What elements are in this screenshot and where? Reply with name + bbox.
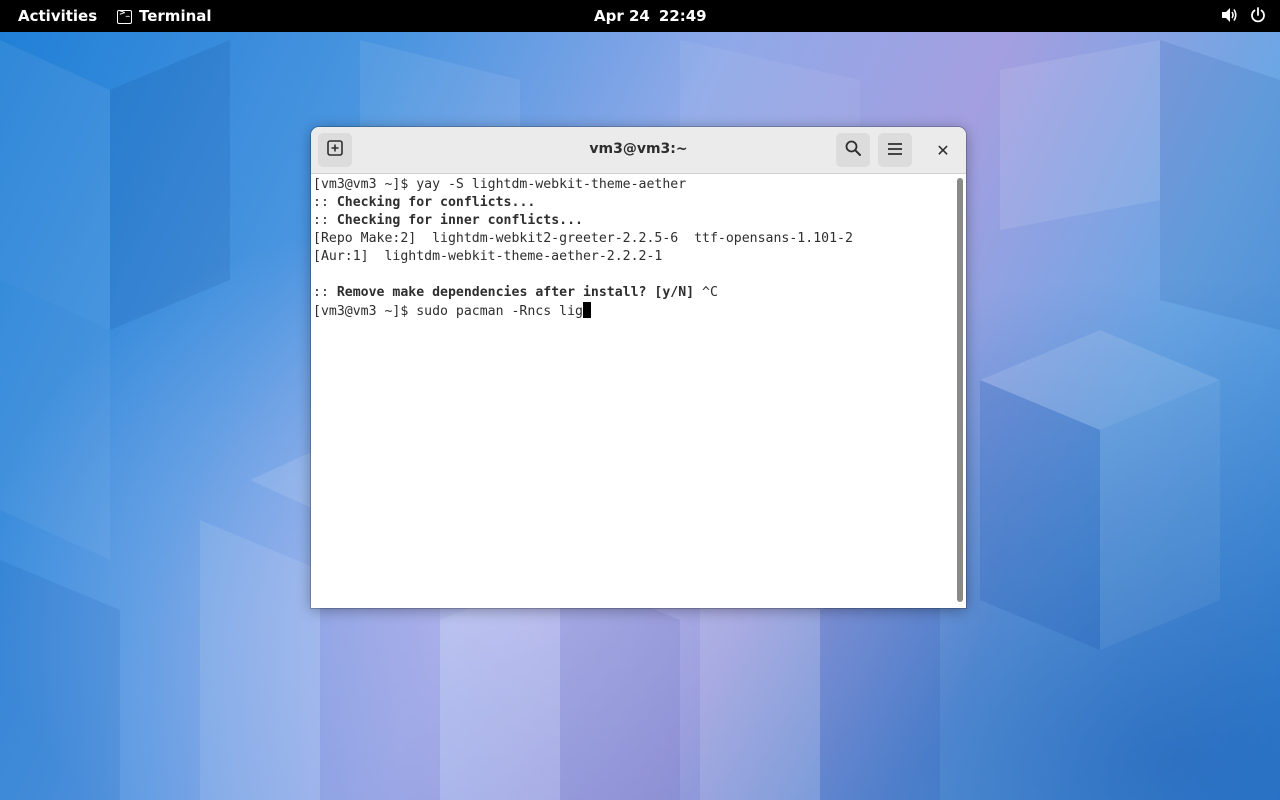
close-button[interactable]: ✕ [933,140,953,160]
top-bar: Activities >_ Terminal Apr 24 22:49 [0,0,1280,32]
search-button[interactable] [836,133,870,167]
terminal-app-icon: >_ [117,7,132,24]
line-bold-text: Remove make dependencies after install? … [336,285,695,300]
terminal-line: [Repo Make:2] lightdm-webkit2-greeter-2.… [313,231,853,246]
line-rest-text: ^C [694,285,718,300]
terminal-prompt-line[interactable]: [vm3@vm3 ~]$ sudo pacman -Rncs lig [313,302,953,320]
app-menu-terminal[interactable]: >_ Terminal [117,7,212,25]
window-headerbar[interactable]: vm3@vm3:~ ✕ [311,127,966,174]
line-prefix: :: [313,195,337,210]
line-bold-text: Checking for conflicts... [336,195,536,210]
hamburger-menu-icon [887,141,903,160]
search-icon [845,140,861,160]
volume-icon[interactable] [1221,7,1238,23]
line-bold-text: Checking for inner conflicts... [336,213,583,228]
terminal-app-icon-glyph: >_ [119,7,130,17]
system-tray[interactable] [1221,7,1266,23]
clock-button[interactable]: Apr 24 22:49 [594,7,707,25]
scrollbar-thumb[interactable] [957,178,963,602]
main-menu-button[interactable] [878,133,912,167]
clock-date: Apr 24 [594,7,650,25]
prompt-text: [vm3@vm3 ~]$ sudo pacman -Rncs lig [313,304,583,319]
app-menu-label: Terminal [139,7,212,25]
close-icon: ✕ [936,140,950,160]
terminal-output[interactable]: [vm3@vm3 ~]$ yay -S lightdm-webkit-theme… [311,174,953,608]
terminal-line: [Aur:1] lightdm-webkit-theme-aether-2.2.… [313,249,663,264]
text-cursor [582,302,591,318]
terminal-line: :: Remove make dependencies after instal… [313,284,953,302]
power-icon[interactable] [1250,7,1266,23]
clock-time: 22:49 [658,7,707,25]
terminal-window[interactable]: vm3@vm3:~ ✕ [vm3@vm3 ~]$ yay -S lightdm-… [311,127,966,608]
terminal-line: [vm3@vm3 ~]$ yay -S lightdm-webkit-theme… [313,177,687,192]
terminal-line: :: Checking for inner conflicts... [313,212,953,230]
terminal-line-empty [313,266,953,284]
line-prefix: :: [313,213,337,228]
terminal-line: :: Checking for conflicts... [313,194,953,212]
activities-button[interactable]: Activities [18,7,97,25]
line-prefix: :: [313,285,337,300]
terminal-scrollbar[interactable] [954,174,966,608]
